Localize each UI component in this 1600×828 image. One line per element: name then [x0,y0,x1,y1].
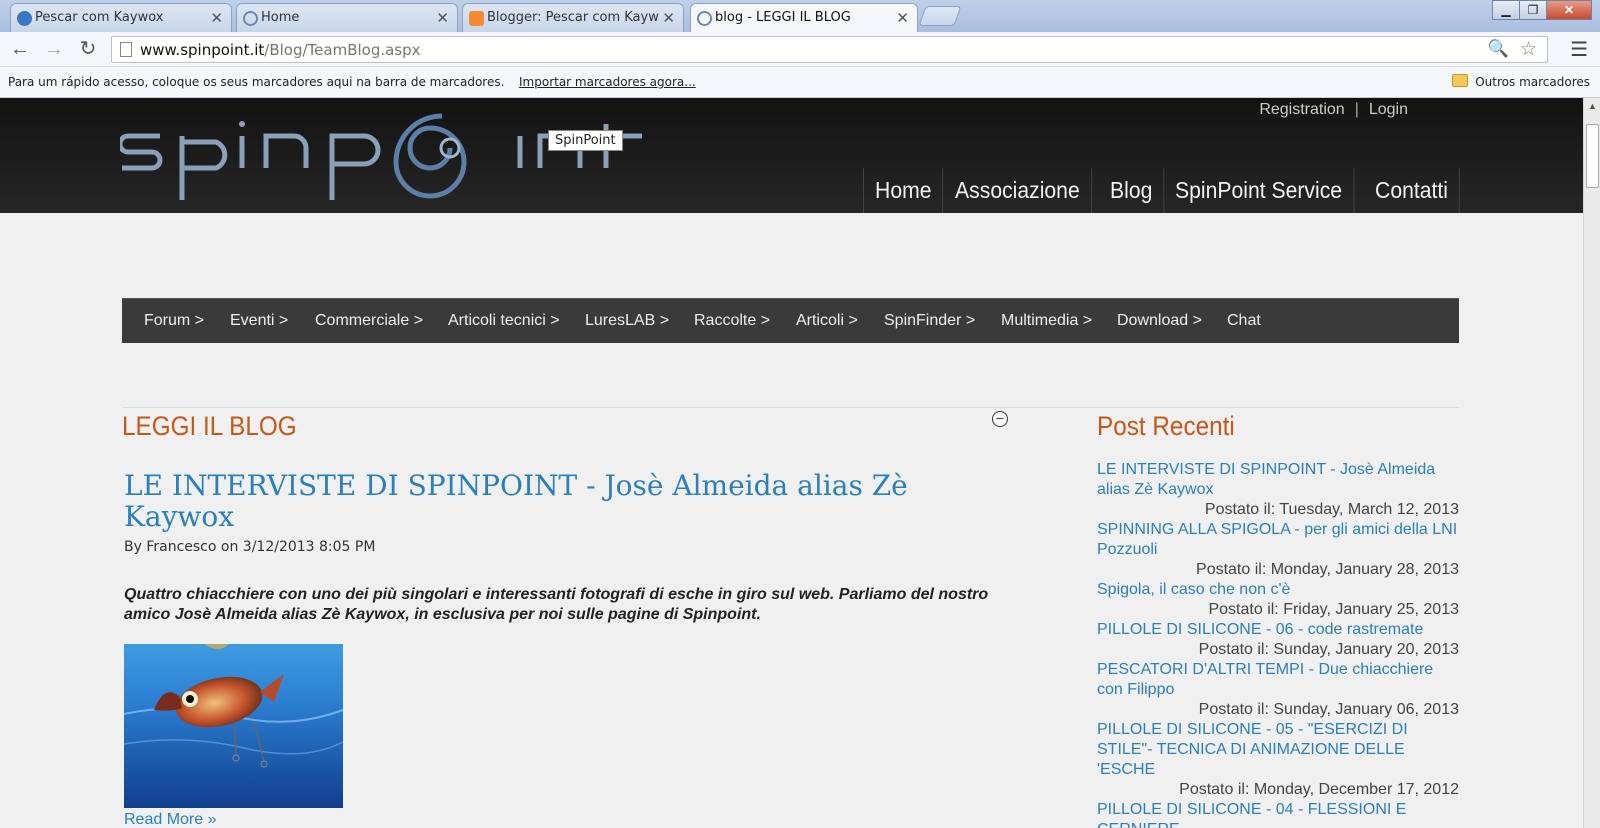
main-nav-blog[interactable]: Blog [1099,168,1165,213]
import-bookmarks-link[interactable]: Importar marcadores agora... [519,75,696,89]
logo-tooltip: SpinPoint [548,130,623,151]
recent-post-link[interactable]: LE INTERVISTE DI SPINPOINT - Josè Almeid… [1097,460,1459,500]
sub-nav-download[interactable]: Download > [1117,312,1202,330]
page-icon [120,42,132,57]
menu-icon[interactable]: ☰ [1570,37,1588,62]
new-tab-button[interactable] [918,6,962,26]
recent-post-date: Postato il: Sunday, January 20, 2013 [1198,641,1459,658]
site-header: SpinPoint Registration | Login Home Associ… [0,98,1583,213]
tab-title: blog - LEGGI IL BLOG [715,10,851,25]
recent-post-link[interactable]: SPINNING ALLA SPIGOLA - per gli amici de… [1097,520,1459,560]
main-nav: Home Associazione Blog SpinPoint Service… [863,168,1463,213]
tab-title: Blogger: Pescar com Kayw [487,10,659,25]
account-links: Registration | Login [1259,101,1408,119]
sub-nav-commerciale[interactable]: Commerciale > [315,312,423,330]
sub-nav-articoli[interactable]: Articoli > [796,312,858,330]
spinpoint-icon [243,11,258,26]
registration-link[interactable]: Registration [1259,101,1344,118]
reload-button[interactable]: ↻ [76,37,100,61]
post-meta: By Francesco on 3/12/2013 8:05 PM [124,539,376,555]
zoom-icon[interactable]: 🔍 [1488,39,1509,59]
section-title: LEGGI IL BLOG [122,411,297,441]
sidebar-title: Post Recenti [1097,411,1235,441]
content-divider [122,407,1459,408]
sub-nav-spinfinder[interactable]: SpinFinder > [884,312,975,330]
close-tab-icon[interactable]: ✕ [896,9,909,27]
recent-post-link[interactable]: PILLOLE DI SILICONE - 05 - "ESERCIZI DI … [1097,720,1459,780]
url-host: www.spinpoint.it [140,41,265,59]
sub-nav-eventi[interactable]: Eventi > [230,312,288,330]
recent-post-date: Postato il: Monday, January 28, 2013 [1196,561,1459,578]
recent-post-link[interactable]: PILLOLE DI SILICONE - 06 - code rastrema… [1097,620,1459,640]
tab-title: Pescar com Kaywox [35,10,164,25]
sub-nav-chat[interactable]: Chat [1227,312,1261,330]
window-controls: ▁ ❐ ✕ [1492,0,1592,22]
scrollbar-thumb[interactable] [1586,124,1599,188]
sub-nav-forum[interactable]: Forum > [144,312,204,330]
login-link[interactable]: Login [1369,101,1408,118]
close-tab-icon[interactable]: ✕ [436,9,449,27]
bookmarks-hint: Para um rápido acesso, coloque os seus m… [8,75,505,89]
main-nav-contatti[interactable]: Contatti [1364,168,1461,213]
scroll-up-icon[interactable]: ▲ [1588,101,1597,111]
address-bar[interactable]: www.spinpoint.it/Blog/TeamBlog.aspx 🔍 ☆ [111,36,1548,63]
browser-tab[interactable]: Pescar com Kaywox ✕ [10,3,232,32]
other-bookmarks-button[interactable]: Outros marcadores [1475,75,1590,89]
main-nav-associazione[interactable]: Associazione [944,168,1093,213]
browser-tab[interactable]: Blogger: Pescar com Kayw ✕ [462,3,684,32]
page-scrollbar[interactable]: ▲ [1583,98,1600,828]
recent-post-link[interactable]: PILLOLE DI SILICONE - 04 - FLESSIONI E C… [1097,800,1459,828]
browser-title-bar: Pescar com Kaywox ✕ Home ✕ Blogger: Pesc… [0,0,1600,33]
collapse-icon[interactable]: − [992,411,1008,427]
recent-post-link[interactable]: PESCATORI D'ALTRI TEMPI - Due chiacchier… [1097,660,1459,700]
main-nav-home[interactable]: Home [864,168,944,213]
read-more-link[interactable]: Read More » [124,811,217,828]
url-text[interactable]: www.spinpoint.it/Blog/TeamBlog.aspx [140,41,421,59]
recent-post-date: Postato il: Sunday, January 06, 2013 [1198,701,1459,718]
post-title[interactable]: LE INTERVISTE DI SPINPOINT - Josè Almeid… [124,470,1004,532]
page-viewport: SpinPoint Registration | Login Home Associ… [0,98,1583,828]
back-button[interactable]: ← [8,37,32,61]
close-window-button[interactable]: ✕ [1546,0,1592,20]
sub-nav: Forum > Eventi > Commerciale > Articoli … [122,298,1459,343]
recent-posts-list: LE INTERVISTE DI SPINPOINT - Josè Almeid… [1097,460,1459,828]
sub-nav-articoli-tecnici[interactable]: Articoli tecnici > [448,312,560,330]
url-path: /Blog/TeamBlog.aspx [264,41,421,59]
bookmarks-bar: Para um rápido acesso, coloque os seus m… [0,67,1600,98]
blogger-icon [469,11,484,26]
browser-toolbar: ← → ↻ www.spinpoint.it/Blog/TeamBlog.asp… [0,32,1600,67]
recent-post-link[interactable]: Spigola, il caso che non c'è [1097,580,1459,600]
folder-icon [1452,74,1468,87]
recent-post-date: Postato il: Monday, December 17, 2012 [1179,781,1459,798]
forward-button[interactable]: → [42,37,66,61]
star-icon[interactable]: ☆ [1520,38,1537,61]
spinpoint-logo[interactable] [120,100,660,210]
sub-nav-raccolte[interactable]: Raccolte > [694,312,770,330]
sub-nav-multimedia[interactable]: Multimedia > [1001,312,1092,330]
maximize-button[interactable]: ❐ [1519,0,1547,20]
sub-nav-lureslab[interactable]: LuresLAB > [585,312,669,330]
close-tab-icon[interactable]: ✕ [662,9,675,27]
browser-tab[interactable]: Home ✕ [236,3,458,32]
blogger-globe-icon [17,11,32,26]
spinpoint-icon [697,11,712,26]
close-tab-icon[interactable]: ✕ [210,9,223,27]
post-thumbnail[interactable] [124,644,343,808]
recent-post-date: Postato il: Tuesday, March 12, 2013 [1204,501,1459,518]
minimize-button[interactable]: ▁ [1492,0,1520,20]
post-summary: Quattro chiacchiere con uno dei più sing… [124,586,989,623]
link-separator: | [1354,101,1359,118]
main-nav-spinpoint-service[interactable]: SpinPoint Service [1164,168,1354,213]
tab-title: Home [261,10,300,25]
browser-tab-active[interactable]: blog - LEGGI IL BLOG ✕ [690,3,918,33]
recent-post-date: Postato il: Friday, January 25, 2013 [1208,601,1459,618]
